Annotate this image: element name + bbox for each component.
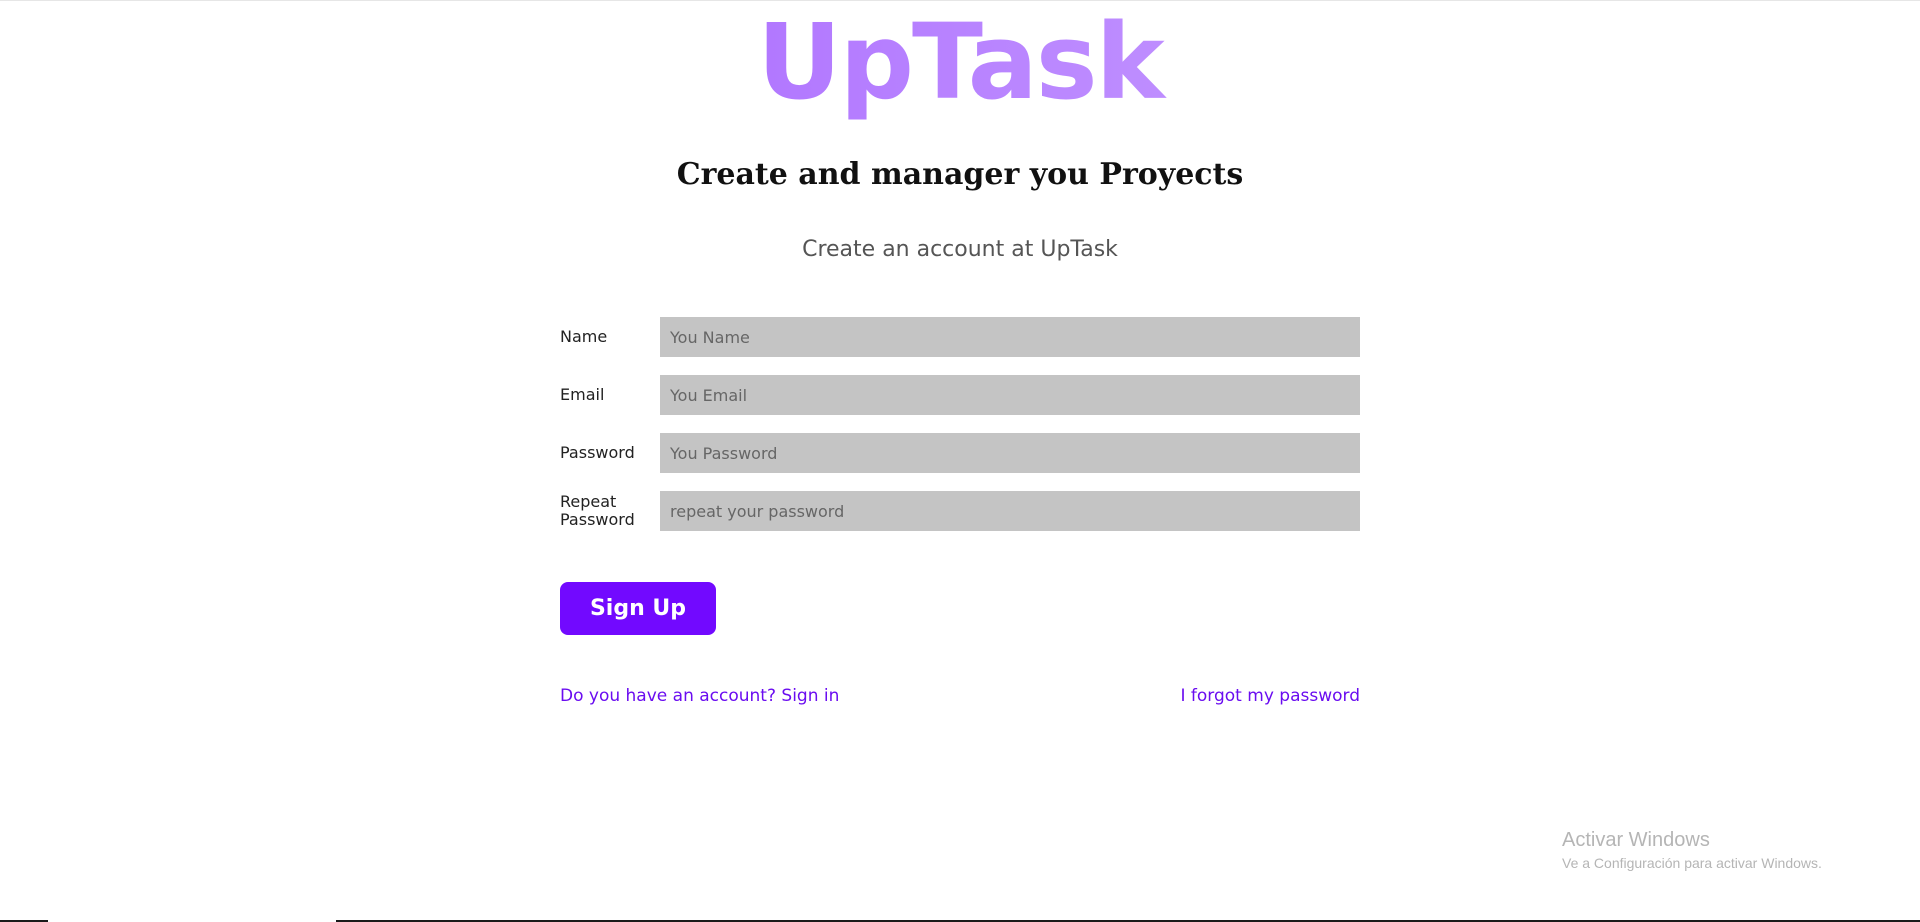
page-title: Create and manager you Proyects [676, 157, 1244, 192]
email-label: Email [560, 385, 605, 404]
name-row: Name [560, 317, 1360, 357]
forgot-password-link[interactable]: I forgot my password [1181, 686, 1361, 706]
auth-links: Do you have an account? Sign in I forgot… [560, 681, 1360, 711]
password-label: Password [560, 443, 635, 462]
repeat-password-label: Repeat Password [560, 492, 635, 529]
repeat-password-row: Repeat Password [560, 491, 1360, 531]
windows-activation-watermark: Activar Windows Ve a Configuración para … [1562, 827, 1822, 873]
page: UpTask Create and manager you Proyects C… [0, 0, 1920, 922]
name-label: Name [560, 327, 608, 346]
email-row: Email [560, 375, 1360, 415]
email-field[interactable] [660, 375, 1360, 415]
watermark-subtitle: Ve a Configuración para activar Windows. [1562, 855, 1822, 871]
password-row: Password [560, 433, 1360, 473]
password-field[interactable] [660, 433, 1360, 473]
name-field[interactable] [660, 317, 1360, 357]
watermark-title: Activar Windows [1562, 829, 1710, 851]
logo: UpTask [0, 3, 1920, 121]
sign-up-button[interactable]: Sign Up [560, 582, 716, 635]
page-subtitle: Create an account at UpTask [802, 237, 1118, 262]
sign-in-link[interactable]: Do you have an account? Sign in [560, 686, 839, 706]
repeat-password-field[interactable] [660, 491, 1360, 531]
signup-form: Name Email Password Repeat Password [560, 317, 1360, 549]
